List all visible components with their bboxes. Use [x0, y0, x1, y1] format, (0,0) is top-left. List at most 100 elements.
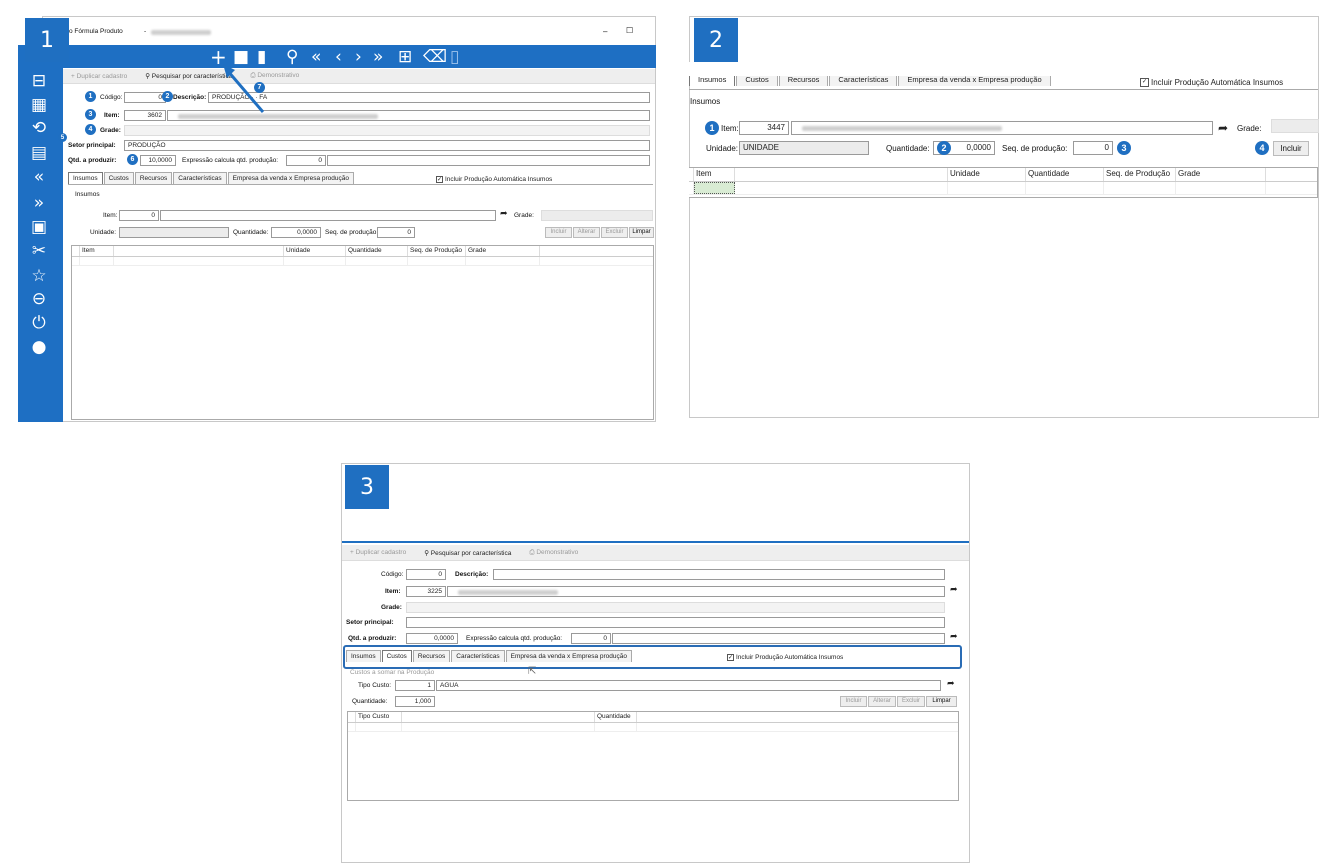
- logout-icon[interactable]: ⊖: [27, 289, 51, 309]
- codigo-input[interactable]: 0: [124, 92, 166, 103]
- unidade-input-p2[interactable]: UNIDADE: [739, 141, 869, 155]
- checkbox-label: Incluir Produção Automática Insumos: [445, 176, 553, 183]
- sync-icon[interactable]: ⟲: [27, 118, 51, 138]
- tab-caracteristicas[interactable]: Características: [173, 172, 227, 184]
- calendar-icon[interactable]: ▤: [27, 143, 51, 163]
- alterar-button-p3[interactable]: Alterar: [868, 696, 896, 707]
- double-left-icon[interactable]: «: [27, 167, 51, 187]
- excluir-button[interactable]: Excluir: [601, 227, 628, 238]
- excluir-button-p3[interactable]: Excluir: [897, 696, 925, 707]
- setor-select-p3[interactable]: [406, 617, 945, 628]
- limpar-button[interactable]: Limpar: [629, 227, 654, 238]
- codigo-input-p3[interactable]: 0: [406, 569, 446, 580]
- clear-icon[interactable]: ⌫: [423, 47, 447, 67]
- info-icon[interactable]: ●: [27, 337, 51, 357]
- grid-col-blank: [114, 246, 284, 256]
- quantidade-input-p3[interactable]: 1,000: [395, 696, 435, 707]
- expr-input-p3[interactable]: 0: [571, 633, 611, 644]
- go-arrow-icon-p3c[interactable]: ➦: [947, 679, 955, 689]
- go-arrow-icon-p3[interactable]: ➦: [950, 585, 958, 595]
- layout-icon[interactable]: ⊟: [27, 71, 51, 91]
- double-right-icon[interactable]: »: [27, 193, 51, 213]
- expr-input[interactable]: 0: [286, 155, 326, 166]
- demo-button-p3[interactable]: ⎙ Demonstrativo: [529, 549, 578, 557]
- report-icon[interactable]: ▯: [450, 47, 459, 67]
- power-icon[interactable]: ⏻: [27, 313, 51, 333]
- first-record-icon[interactable]: «: [311, 47, 321, 67]
- qtd-input-p3[interactable]: 0,0000: [406, 633, 458, 644]
- ins-item-desc-input[interactable]: [160, 210, 496, 221]
- incluir-button-p3[interactable]: Incluir: [840, 696, 867, 707]
- ins-grade-input[interactable]: [541, 210, 653, 221]
- tab-recursos[interactable]: Recursos: [134, 172, 173, 184]
- go-arrow-icon[interactable]: ➦: [500, 209, 508, 219]
- incluir-button-p2[interactable]: Incluir: [1273, 141, 1309, 156]
- incluir-producao-checkbox-p3[interactable]: ✓ Incluir Produção Automática Insumos: [727, 654, 843, 661]
- prev-record-icon[interactable]: ‹: [335, 47, 342, 67]
- item-desc-input-p2[interactable]: [791, 121, 1213, 135]
- table-icon[interactable]: ⊞: [398, 47, 412, 67]
- minimize-button[interactable]: –: [603, 27, 607, 36]
- tipo-custo-input-p3[interactable]: 1: [395, 680, 435, 691]
- grade-select[interactable]: [124, 125, 650, 136]
- expr-desc-input-p3[interactable]: [612, 633, 945, 644]
- search-icon[interactable]: ⚲: [286, 47, 298, 67]
- tab-empresa[interactable]: Empresa da venda x Empresa produção: [227, 172, 354, 184]
- item-input-p3[interactable]: 3225: [406, 586, 446, 597]
- ins-seq-input[interactable]: 0: [377, 227, 415, 238]
- window-titlebar: tro Fórmula Produto - – ☐: [63, 22, 655, 42]
- go-arrow-icon-p2[interactable]: ➦: [1218, 121, 1228, 135]
- tab-custos-p3[interactable]: Custos: [381, 650, 412, 662]
- tab-insumos[interactable]: Insumos: [68, 172, 103, 184]
- limpar-button-p3[interactable]: Limpar: [926, 696, 957, 707]
- checkbox-label-p2: Incluir Produção Automática Insumos: [1151, 78, 1284, 87]
- ins-unidade-input[interactable]: [119, 227, 229, 238]
- custos-grid-p3: Tipo Custo Quantidade: [347, 711, 959, 801]
- item-input-p2[interactable]: 3447: [739, 121, 789, 135]
- star-icon[interactable]: ☆: [27, 266, 51, 286]
- setor-select[interactable]: PRODUÇÃO: [124, 140, 650, 151]
- incluir-producao-checkbox[interactable]: ✓ Incluir Produção Automática Insumos: [436, 176, 552, 183]
- next-record-icon[interactable]: ›: [355, 47, 362, 67]
- qtd-input[interactable]: 10,0000: [140, 155, 176, 166]
- search-characteristic-button-p3[interactable]: ⚲ Pesquisar por característica: [424, 549, 511, 557]
- quantidade-label-p3: Quantidade:: [352, 698, 388, 705]
- grade-input-p2[interactable]: [1271, 119, 1319, 133]
- duplicate-button-p3[interactable]: + Duplicar cadastro: [350, 549, 406, 556]
- expr-desc-input[interactable]: [327, 155, 650, 166]
- item-desc-input-p3[interactable]: [447, 586, 945, 597]
- duplicate-button[interactable]: + Duplicar cadastro: [71, 73, 127, 80]
- descricao-input-p3[interactable]: [493, 569, 945, 580]
- tools-icon[interactable]: ✂: [27, 241, 51, 261]
- table-row-p2[interactable]: [689, 182, 1317, 195]
- ins-item-input[interactable]: 0: [119, 210, 159, 221]
- tab-custos[interactable]: Custos: [103, 172, 134, 184]
- section-insumos-p2: Insumos: [690, 97, 721, 106]
- descricao-label: Descrição:: [173, 94, 207, 101]
- qtd-label-p3: Qtd. a produzir:: [348, 635, 397, 642]
- alterar-button[interactable]: Alterar: [573, 227, 600, 238]
- grid-building-icon[interactable]: ▦: [27, 95, 51, 115]
- tab-empresa-p3[interactable]: Empresa da venda x Empresa produção: [505, 650, 632, 662]
- section-custos-p3: Custos a somar na Produção: [350, 669, 435, 676]
- go-arrow-icon-p3b[interactable]: ➦: [950, 632, 958, 642]
- calculator-icon[interactable]: ▣: [27, 217, 51, 237]
- table-row-p3[interactable]: [348, 723, 958, 732]
- incluir-producao-checkbox-p2[interactable]: ✓ Incluir Produção Automática Insumos: [1140, 78, 1283, 87]
- grid-col-quantidade: Quantidade: [346, 246, 408, 256]
- last-record-icon[interactable]: »: [373, 47, 383, 67]
- tab-recursos-p3[interactable]: Recursos: [412, 650, 451, 662]
- seq-input-p2[interactable]: 0: [1073, 141, 1113, 155]
- grid-header-p2: Item Unidade Quantidade Seq. de Produção…: [689, 168, 1317, 182]
- grid-col-item-p2: Item: [694, 168, 735, 181]
- tab-caracteristicas-p3[interactable]: Características: [451, 650, 505, 662]
- table-row[interactable]: [72, 257, 653, 266]
- ins-qtd-input[interactable]: 0,0000: [271, 227, 321, 238]
- incluir-button[interactable]: Incluir: [545, 227, 572, 238]
- tipo-custo-desc-p3[interactable]: AGUA: [436, 680, 941, 691]
- maximize-button[interactable]: ☐: [626, 26, 633, 35]
- grade-label: Grade:: [100, 127, 121, 134]
- item-input[interactable]: 3602: [124, 110, 166, 121]
- tab-insumos-p3[interactable]: Insumos: [346, 650, 381, 662]
- grade-select-p3[interactable]: [406, 602, 945, 613]
